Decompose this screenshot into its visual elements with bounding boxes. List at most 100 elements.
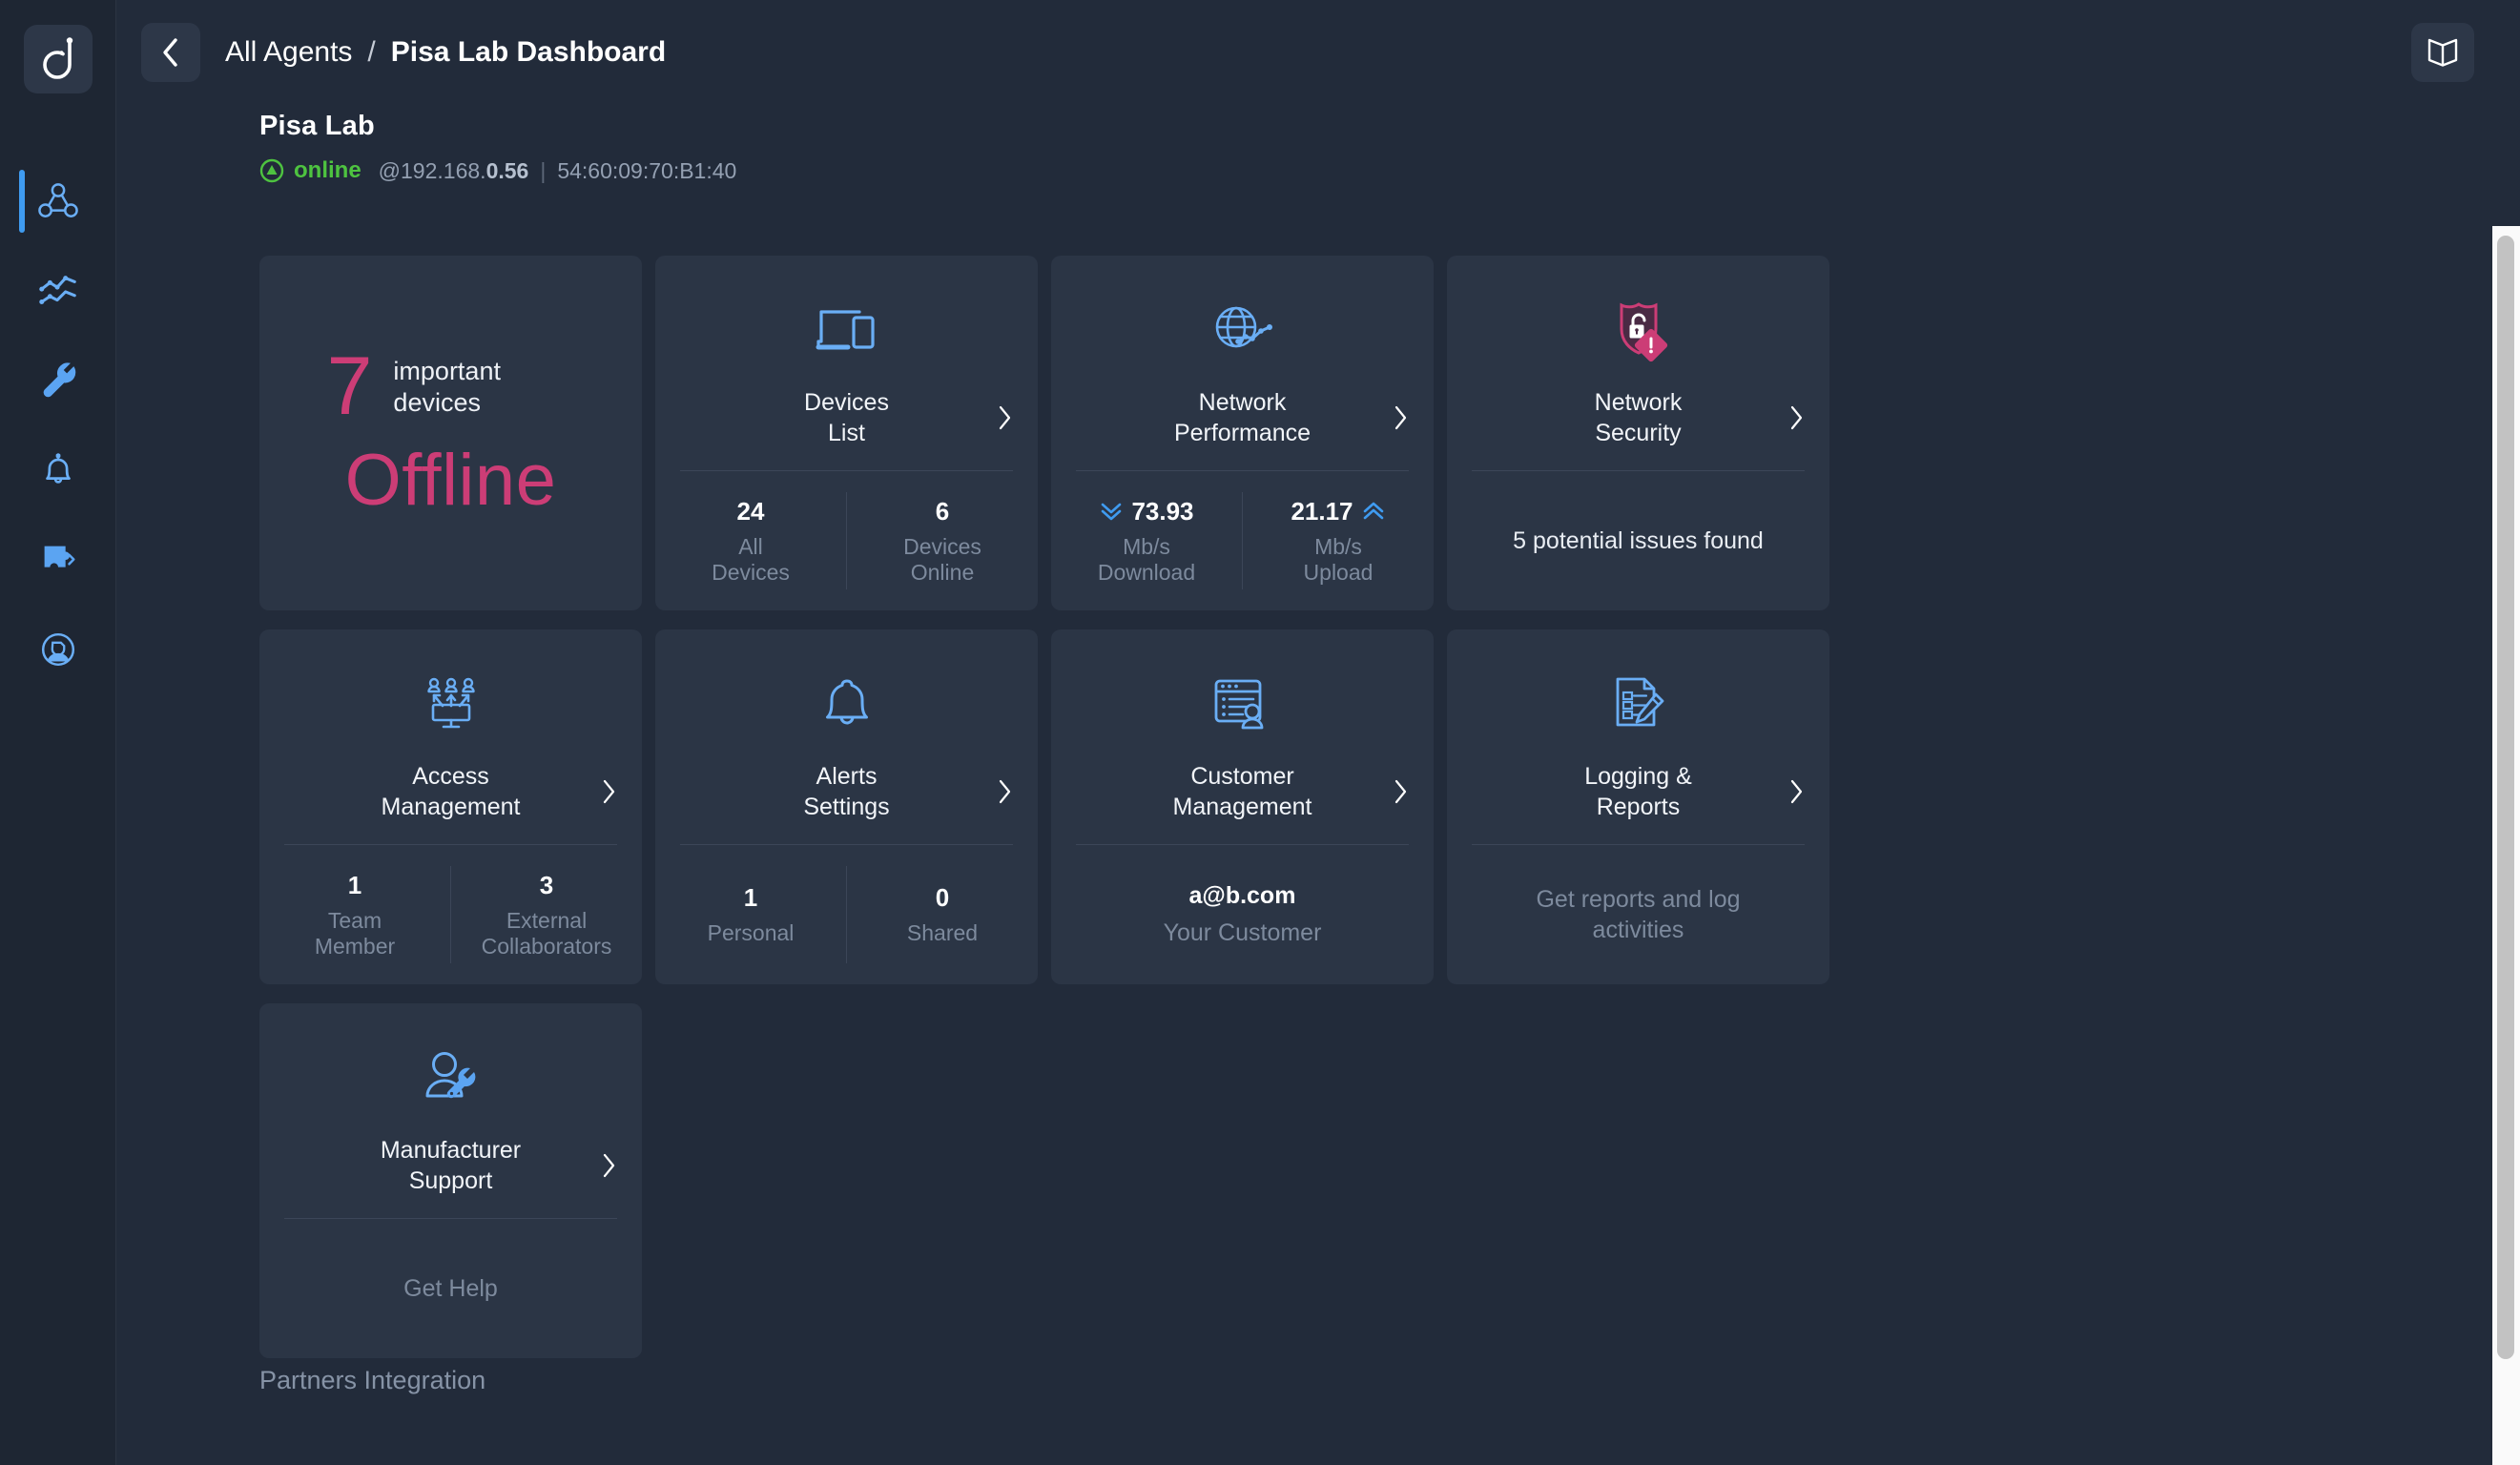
card-top: Access Management <box>259 629 642 844</box>
devices-laptop-phone-icon <box>816 309 875 349</box>
stat-value: 1 <box>743 883 758 913</box>
card-title-line1: Devices <box>804 388 889 416</box>
stat-download: 73.93 Mb/s Download <box>1051 497 1242 585</box>
card-important-devices-offline[interactable]: 7 important devices Offline <box>259 256 642 610</box>
customer-label: Your Customer <box>1163 919 1322 946</box>
chevron-right-icon[interactable] <box>1789 404 1805 431</box>
stat-label: Mb/s Download <box>1057 534 1236 585</box>
card-top: Network Performance <box>1051 256 1434 470</box>
chevron-right-icon[interactable] <box>602 778 617 805</box>
card-alerts-settings[interactable]: Alerts Settings 1 Personal 0 Shared <box>655 629 1038 984</box>
stat-value: 6 <box>935 496 950 526</box>
analytics-chart-icon <box>38 276 76 304</box>
globe-chart-icon <box>1215 306 1272 347</box>
sidebar-item-alerts[interactable] <box>0 425 116 515</box>
card-title-line1: Customer <box>1190 762 1294 790</box>
card-note: Get Help <box>259 1219 642 1358</box>
card-note: Get reports and log activities <box>1447 845 1829 984</box>
card-title: Devices List <box>804 387 889 448</box>
card-manufacturer-support[interactable]: Manufacturer Support Get Help <box>259 1003 642 1358</box>
back-button[interactable] <box>141 23 200 82</box>
card-title-line2: List <box>828 419 865 446</box>
logging-note-line1: Get reports and log <box>1536 886 1741 913</box>
card-network-performance[interactable]: Network Performance 73.93 Mb/s Download … <box>1051 256 1434 610</box>
stat-label-line1: Mb/s <box>1123 533 1170 559</box>
scrollbar-thumb[interactable] <box>2497 236 2514 1359</box>
chevron-right-icon[interactable] <box>998 778 1013 805</box>
main-panel: All Agents / Pisa Lab Dashboard Pisa Lab <box>116 0 2520 1465</box>
chevron-right-icon[interactable] <box>1789 778 1805 805</box>
offline-headline: Offline <box>344 439 557 521</box>
bell-icon <box>825 679 868 724</box>
card-icon-wrap <box>1210 664 1275 746</box>
card-stats: 1 Team Member 3 External Collaborators <box>259 845 642 984</box>
stat-all-devices: 24 All Devices <box>655 497 846 585</box>
breadcrumb-current: Pisa Lab Dashboard <box>390 36 667 68</box>
chevron-right-icon[interactable] <box>1394 404 1409 431</box>
stat-label-line2: Upload <box>1303 559 1374 585</box>
sidebar-item-analytics[interactable] <box>0 246 116 336</box>
card-title-row: Alerts Settings <box>674 761 1019 822</box>
logging-note-line2: activities <box>1592 917 1684 943</box>
card-title-row: Network Performance <box>1070 387 1415 448</box>
card-logging-reports[interactable]: Logging & Reports Get reports and log ac… <box>1447 629 1829 984</box>
stat-label: Shared <box>906 920 979 946</box>
documentation-button[interactable] <box>2411 23 2474 82</box>
card-title: Logging & Reports <box>1584 761 1692 822</box>
stat-value: 3 <box>539 870 554 899</box>
chevron-right-icon[interactable] <box>602 1152 617 1179</box>
card-customer-management[interactable]: Customer Management a@b.com Your Custome… <box>1051 629 1434 984</box>
card-icon-wrap <box>1608 664 1669 746</box>
chevron-left-icon <box>163 38 177 67</box>
status-badge: online <box>294 157 361 183</box>
card-title: Customer Management <box>1173 761 1312 822</box>
stat-label: External Collaborators <box>457 908 636 959</box>
stat-value-row: 73.93 <box>1057 497 1236 526</box>
chevron-right-icon[interactable] <box>998 404 1013 431</box>
card-top: Customer Management <box>1051 629 1434 844</box>
card-network-security[interactable]: Network Security 5 potential issues foun… <box>1447 256 1829 610</box>
wrench-icon <box>43 362 75 398</box>
sidebar-item-agents[interactable] <box>0 156 116 246</box>
sidebar-rail <box>0 0 116 1465</box>
card-access-management[interactable]: Access Management 1 Team Member 3 Extern… <box>259 629 642 984</box>
stat-shared: 0 Shared <box>847 883 1038 946</box>
chevron-right-icon[interactable] <box>1394 778 1409 805</box>
card-title-line2: Reports <box>1596 793 1681 820</box>
double-chevron-down-icon <box>1102 504 1122 521</box>
double-chevron-up-icon <box>1363 503 1383 520</box>
card-title-line1: Logging & <box>1584 762 1692 790</box>
hero-top: 7 important devices <box>327 345 575 427</box>
agent-mac: 54:60:09:70:B1:40 <box>557 157 737 183</box>
breadcrumb-all-agents[interactable]: All Agents <box>225 36 352 69</box>
stat-label: Team Member <box>265 908 444 959</box>
breadcrumb: All Agents / Pisa Lab Dashboard <box>225 36 666 69</box>
card-title-line2: Support <box>408 1166 493 1194</box>
sidebar-item-tools[interactable] <box>0 336 116 425</box>
shield-unlock-warning-icon <box>1620 301 1667 361</box>
app-logo[interactable] <box>23 25 93 93</box>
puzzle-plugin-icon <box>44 546 75 567</box>
stat-value: 73.93 <box>1131 496 1194 526</box>
card-title-line1: Network <box>1198 388 1287 416</box>
card-title: Network Performance <box>1174 387 1311 448</box>
users-access-monitor-icon <box>426 677 475 728</box>
stat-devices-online: 6 Devices Online <box>847 497 1038 585</box>
security-issues-text: 5 potential issues found <box>1513 527 1764 554</box>
card-top: Alerts Settings <box>655 629 1038 844</box>
stat-label-line1: Devices <box>903 533 981 559</box>
user-wrench-icon <box>425 1051 475 1098</box>
card-devices-list[interactable]: Devices List 24 All Devices 6 Devices On… <box>655 256 1038 610</box>
card-title-line2: Management <box>381 793 521 820</box>
get-help-text[interactable]: Get Help <box>403 1273 498 1304</box>
sidebar-item-account[interactable] <box>0 605 116 694</box>
stat-label-line1: Mb/s <box>1314 533 1362 559</box>
sidebar-item-integrations[interactable] <box>0 515 116 605</box>
stat-upload: 21.17 Mb/s Upload <box>1243 497 1434 585</box>
card-title-row: Manufacturer Support <box>279 1135 623 1196</box>
card-title-row: Devices List <box>674 387 1019 448</box>
stat-label-line1: All <box>738 533 763 559</box>
top-bar: All Agents / Pisa Lab Dashboard <box>116 0 2520 105</box>
network-topology-icon <box>37 183 78 217</box>
offline-subtitle: important devices <box>393 357 501 417</box>
